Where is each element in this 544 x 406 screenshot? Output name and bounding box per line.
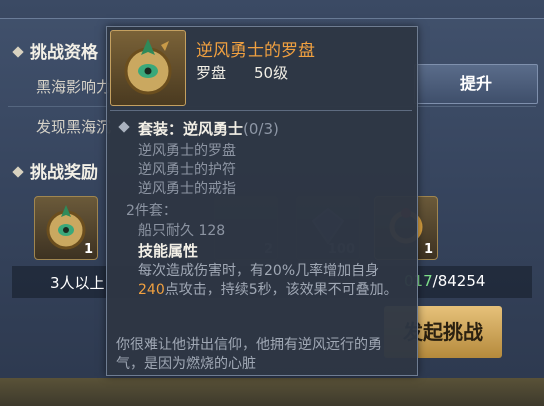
item-name: 逆风勇士的罗盘 bbox=[196, 41, 315, 61]
compass-icon bbox=[124, 39, 172, 95]
diamond-icon bbox=[12, 46, 24, 58]
set-piece: 逆风勇士的罗盘 bbox=[138, 143, 236, 159]
reward-slot-compass[interactable]: 1 bbox=[34, 196, 98, 260]
item-level: 50级 bbox=[254, 64, 289, 82]
tooltip-item-slot bbox=[110, 30, 186, 106]
tooltip-divider bbox=[110, 110, 412, 111]
bottom-strip bbox=[0, 378, 544, 406]
set-piece: 逆风勇士的护符 bbox=[138, 162, 236, 178]
skill-description: 每次造成伤害时，有20%几率增加自身240点攻击，持续5秒，该效果不可叠加。 bbox=[138, 263, 398, 298]
progress-total: /84254 bbox=[432, 272, 486, 290]
reward-count: 1 bbox=[423, 242, 433, 257]
section-challenge-reward: 挑战奖励 bbox=[12, 158, 98, 183]
section-challenge-qualification: 挑战资格 bbox=[12, 38, 98, 63]
attack-bonus-value: 240 bbox=[138, 282, 165, 298]
set-piece: 逆风勇士的戒指 bbox=[138, 181, 236, 197]
set-count: (0/3) bbox=[243, 120, 279, 138]
blacksea-influence-label: 黑海影响力 bbox=[36, 78, 112, 96]
diamond-icon bbox=[12, 166, 24, 178]
team-requirement-text: 3人以上 bbox=[50, 274, 105, 292]
skill-attributes-title: 技能属性 bbox=[138, 242, 199, 260]
set-bonus-value: 船只耐久 128 bbox=[138, 223, 226, 239]
item-type: 罗盘 bbox=[196, 64, 227, 82]
discover-blacksea-label: 发现黑海沉 bbox=[36, 118, 112, 136]
upgrade-button[interactable]: 提升 bbox=[414, 64, 538, 104]
set-title: 套装：逆风勇士(0/3) bbox=[138, 120, 279, 138]
reward-count: 1 bbox=[83, 242, 93, 257]
set-bonus-title: 2件套： bbox=[126, 203, 177, 219]
item-lore: 你很难让他讲出信仰，他拥有逆风远行的勇气，是因为燃烧的心脏 bbox=[116, 337, 382, 372]
